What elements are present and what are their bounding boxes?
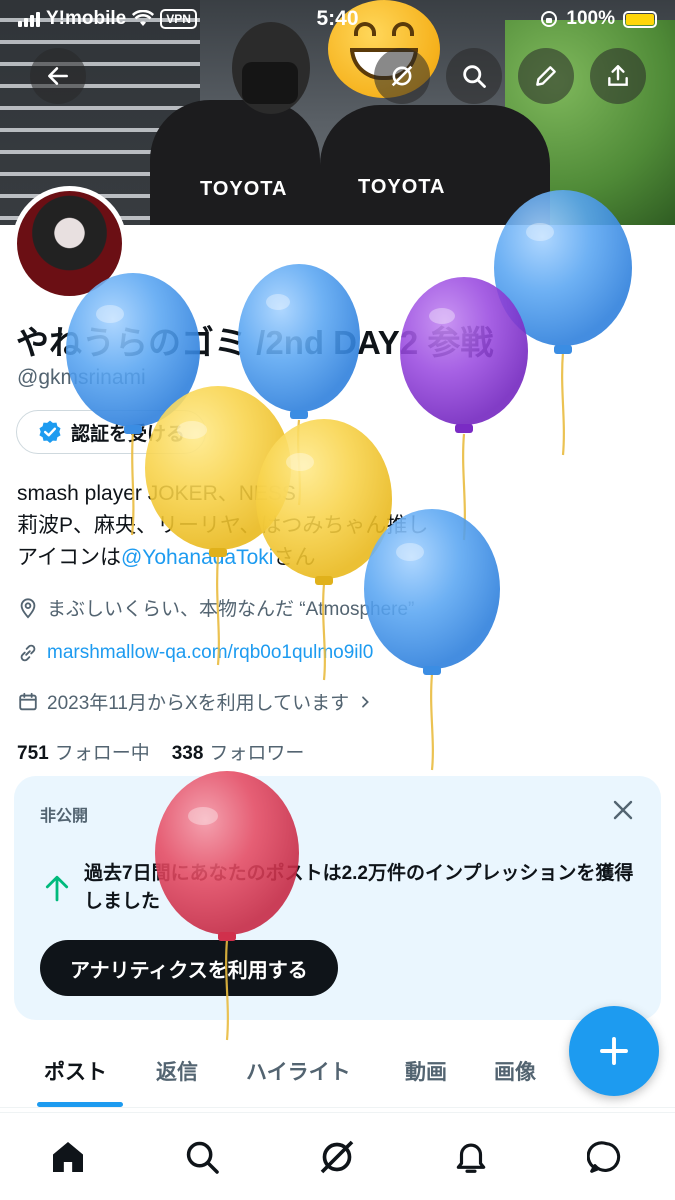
grok-icon [320, 1140, 354, 1174]
nav-search[interactable] [180, 1135, 224, 1179]
plus-icon [600, 1037, 628, 1065]
edit-icon [536, 66, 556, 86]
notifications-icon [456, 1143, 486, 1173]
bottom-navigation [0, 1112, 675, 1200]
calendar-icon [19, 692, 37, 710]
joined-text: 2023年11月からXを利用しています [47, 693, 350, 714]
banner-shirt-text-right: TOYOTA [358, 176, 446, 198]
search-icon [186, 1141, 219, 1174]
status-bar: Y!mobile VPN 5:40 100% [0, 0, 675, 40]
home-icon [53, 1142, 83, 1172]
bio-mention-link[interactable]: @YohanadaToki [121, 546, 274, 569]
get-verified-button[interactable]: 認証を受ける [16, 410, 207, 454]
orientation-lock-icon [541, 11, 558, 27]
tab-highlights[interactable]: ハイライト [246, 1056, 351, 1086]
bio-line-3-suffix: さん [273, 546, 316, 569]
profile-location: まぶしいくらい、本物なんだ “Atmosphere” [17, 594, 414, 621]
profile-joined[interactable]: 2023年11月からXを利用しています [17, 688, 373, 715]
share-button[interactable] [590, 48, 646, 104]
analytics-button[interactable]: アナリティクスを利用する [40, 940, 338, 996]
profile-name: やねうらのゴミ /2nd DAY2 参戦 [16, 324, 494, 361]
arrow-up-icon [45, 875, 69, 902]
following-count: 751 [17, 743, 49, 764]
nav-grok[interactable] [315, 1135, 359, 1179]
profile-bio: smash player JOKER、NESS 莉波P、麻央、リーリヤ、はつみち… [17, 478, 428, 574]
tab-replies[interactable]: 返信 [156, 1056, 198, 1086]
banner-mask [242, 62, 298, 104]
tab-videos[interactable]: 動画 [405, 1056, 447, 1086]
followers-link[interactable]: 338 フォロワー [172, 738, 305, 765]
tab-images[interactable]: 画像 [494, 1056, 536, 1086]
followers-count: 338 [171, 743, 204, 764]
back-arrow-icon [48, 67, 68, 85]
banner-shirt-text-left: TOYOTA [200, 178, 288, 200]
close-button[interactable] [611, 798, 635, 827]
active-tab-indicator [37, 1102, 123, 1107]
battery-icon [623, 10, 657, 28]
search-icon [463, 65, 486, 88]
get-verified-label: 認証を受ける [71, 423, 186, 445]
chevron-right-icon [362, 695, 370, 708]
tab-posts[interactable]: ポスト [44, 1056, 107, 1086]
back-button[interactable] [30, 48, 86, 104]
link-icon [20, 644, 36, 662]
followers-label: フォロワー [209, 743, 305, 764]
following-label: フォロー中 [54, 743, 150, 764]
profile-website: marshmallow-qa.com/rqb0o1qulmo9il0 [17, 642, 373, 664]
edit-button[interactable] [518, 48, 574, 104]
impressions-message: 過去7日間にあなたのポストは2.2万件のインプレッションを獲得しました [84, 863, 634, 912]
nav-notifications[interactable] [449, 1135, 493, 1179]
location-text: まぶしいくらい、本物なんだ “Atmosphere” [47, 599, 415, 620]
battery-percent: 100% [566, 8, 615, 29]
grok-button[interactable] [374, 48, 430, 104]
bio-line-3-prefix: アイコンは [17, 546, 121, 569]
nav-messages[interactable] [584, 1135, 628, 1179]
profile-handle: @gkmsrinami [17, 366, 146, 389]
bio-line-1: smash player JOKER、NESS [17, 482, 296, 505]
banner-person-left [150, 100, 320, 225]
follow-stats: 751 フォロー中 338 フォロワー [17, 738, 304, 765]
search-button[interactable] [446, 48, 502, 104]
website-link[interactable]: marshmallow-qa.com/rqb0o1qulmo9il0 [47, 642, 373, 664]
bio-line-3: アイコンは@YohanadaTokiさん [17, 542, 428, 574]
private-tag: 非公開 [40, 808, 89, 825]
private-analytics-card: 非公開 過去7日間にあなたのポストは2.2万件のインプレッションを獲得しました … [14, 776, 661, 1020]
compose-button[interactable] [569, 1006, 659, 1096]
following-link[interactable]: 751 フォロー中 [17, 738, 150, 765]
verified-badge-icon [39, 420, 61, 443]
nav-home[interactable] [46, 1135, 90, 1179]
close-icon [613, 800, 633, 820]
grok-icon [391, 65, 413, 87]
banner-person-right [320, 105, 550, 225]
bio-line-2: 莉波P、麻央、リーリヤ、はつみちゃん推し [17, 514, 429, 537]
share-icon [608, 65, 628, 86]
location-pin-icon [20, 597, 36, 619]
avatar[interactable] [12, 186, 127, 301]
messages-icon [587, 1141, 621, 1173]
